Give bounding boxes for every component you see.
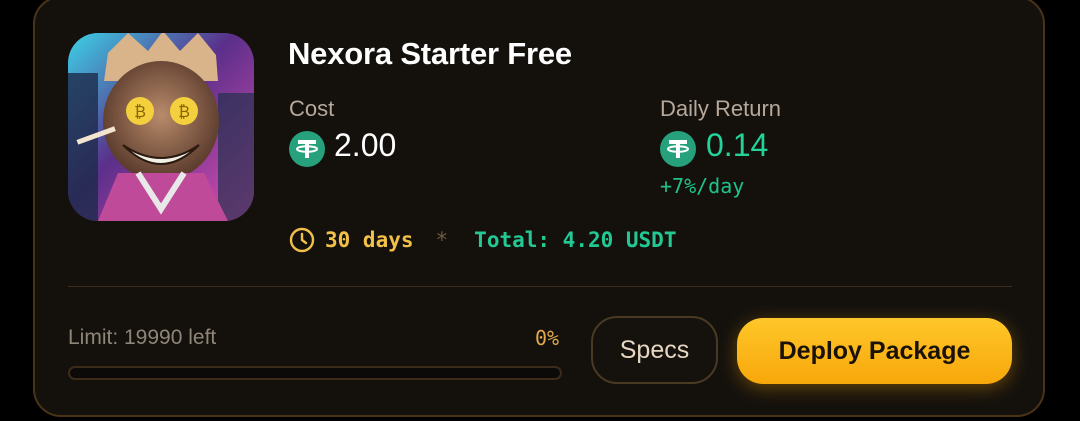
svg-text:₿: ₿ — [134, 102, 146, 121]
duration-text: 30 days — [325, 228, 414, 252]
daily-return-value: 0.14 — [706, 127, 769, 163]
tether-coin-icon — [660, 131, 696, 167]
package-thumbnail: ₿ ₿ — [68, 33, 254, 221]
separator-star: * — [435, 228, 449, 252]
limit-text: Limit: 19990 left — [68, 326, 217, 349]
daily-return-label: Daily Return — [660, 96, 782, 121]
specs-button[interactable]: Specs — [591, 316, 718, 384]
tether-coin-icon — [289, 131, 325, 167]
deploy-package-button[interactable]: Deploy Package — [737, 318, 1012, 384]
limit-percent: 0% — [535, 326, 560, 350]
cost-value: 2.00 — [334, 127, 397, 163]
svg-text:₿: ₿ — [178, 102, 190, 121]
package-title: Nexora Starter Free — [288, 36, 572, 71]
clock-icon — [289, 227, 315, 253]
divider — [68, 286, 1012, 287]
cost-label: Cost — [289, 96, 335, 121]
package-duration-row: 30 days * Total: 4.20 USDT — [289, 226, 676, 254]
limit-progress-bar — [68, 366, 562, 380]
daily-return-rate: +7%/day — [660, 174, 745, 198]
total-return-text: Total: 4.20 USDT — [474, 228, 677, 252]
